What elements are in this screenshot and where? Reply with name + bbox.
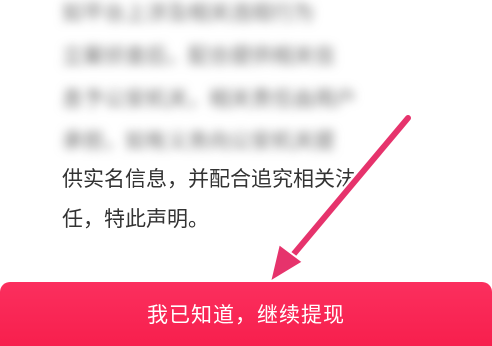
notice-line-6: 任，特此声明。 xyxy=(62,207,209,231)
notice-line-3: 息予公安机关，相关责任由用户 xyxy=(62,87,356,111)
notice-line-1: 如平台上涉及相关违规行为 xyxy=(62,1,314,25)
notice-line-4: 承担，如有义务向公安机关提 xyxy=(62,129,335,153)
confirm-withdraw-button[interactable]: 我已知道，继续提现 xyxy=(0,282,492,346)
withdraw-notice-dialog: 如平台上涉及相关违规行为 立案侦查后，配合提供相关信 息予公安机关，相关责任由用… xyxy=(0,0,492,346)
notice-line-5: 供实名信息，并配合追究相关法 xyxy=(62,167,356,191)
notice-line-2: 立案侦查后，配合提供相关信 xyxy=(62,44,335,68)
